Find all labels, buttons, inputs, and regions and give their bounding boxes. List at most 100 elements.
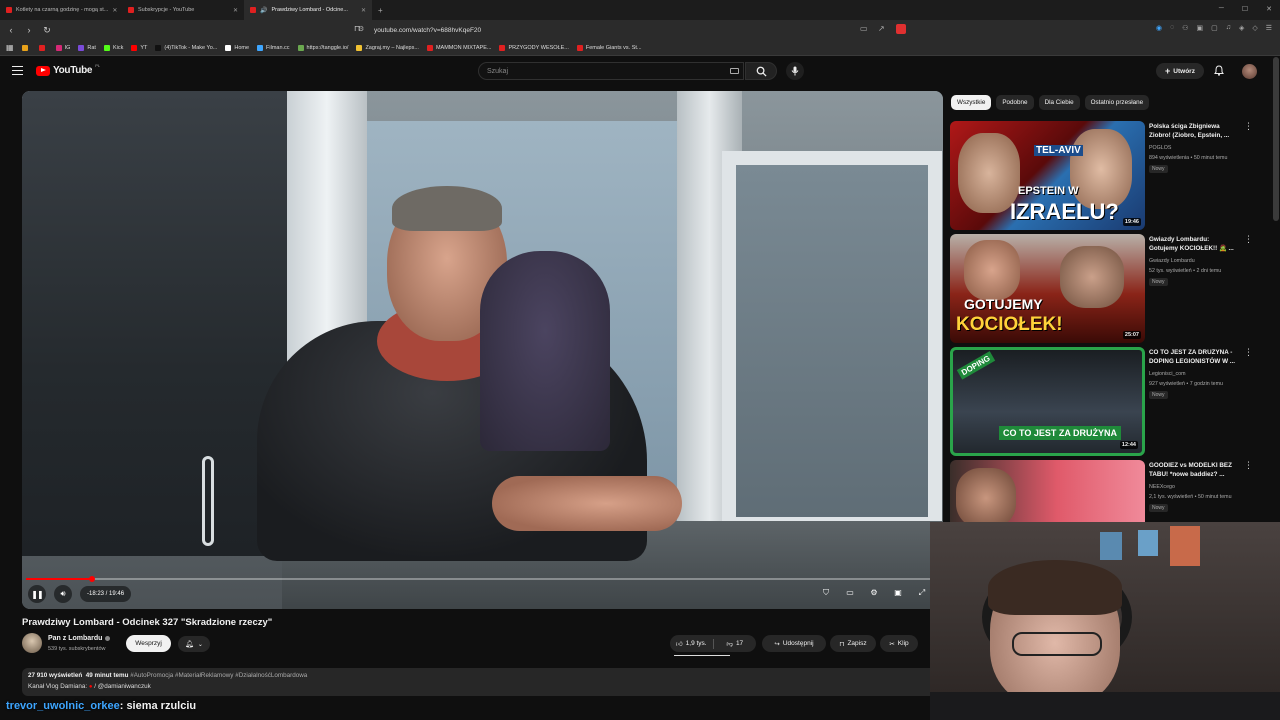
browser-tab[interactable]: Subskrypcje - YouTube ✕ <box>122 0 244 20</box>
rec-channel[interactable]: NEEXcego <box>1149 484 1175 490</box>
fullscreen-icon[interactable]: ⤢ <box>916 588 928 600</box>
video-thumbnail[interactable]: TEL-AVIV EPSTEIN W IZRAELU? 19:46 <box>950 121 1145 230</box>
close-tab-icon[interactable]: ✕ <box>233 7 238 14</box>
extension-icon[interactable]: ⚇ <box>1182 24 1188 32</box>
extension-icon[interactable]: ◉ <box>1156 24 1162 32</box>
menu-icon[interactable]: ☰ <box>1266 24 1272 32</box>
pause-button[interactable]: ❚❚ <box>28 585 46 603</box>
reload-icon[interactable]: ↻ <box>40 23 54 37</box>
chip-similar[interactable]: Podobne <box>996 95 1034 110</box>
close-tab-icon[interactable]: ✕ <box>361 7 366 14</box>
close-window-icon[interactable]: ✕ <box>1266 5 1272 13</box>
create-button[interactable]: + Utwórz <box>1156 63 1204 79</box>
bookmark-item[interactable] <box>38 44 48 51</box>
channel-avatar[interactable] <box>22 633 42 653</box>
bookmark-item[interactable] <box>21 44 31 51</box>
rec-channel[interactable]: POGLOS <box>1149 145 1171 151</box>
bookmark-item[interactable]: https://tanggle.io/ <box>297 44 348 51</box>
more-options-icon[interactable]: ⋮ <box>1244 348 1253 357</box>
sponsor-shield-icon[interactable]: ⛉ <box>820 588 832 600</box>
bookmark-item[interactable]: Home <box>225 44 249 51</box>
brave-shield-icon[interactable] <box>896 24 906 34</box>
bookmark-item[interactable]: Kick <box>103 44 123 51</box>
bookmark-item[interactable]: YT <box>131 44 147 51</box>
second-person <box>480 251 610 451</box>
channel-link[interactable]: / @damianiwanczuk <box>94 683 150 690</box>
channel-name[interactable]: Pan z Lombardu <box>48 635 111 642</box>
bookmark-item[interactable]: (4)TikTok - Make Yo... <box>155 44 217 51</box>
vpn-icon[interactable]: ◈ <box>1239 24 1244 32</box>
rec-title[interactable]: CO TO JEST ZA DRUŻYNA - DOPING LEGIONIST… <box>1149 349 1239 366</box>
minimize-icon[interactable]: ─ <box>1219 5 1224 13</box>
video-thumbnail[interactable]: DOPING CO TO JEST ZA DRUŻYNA 12:44 <box>950 347 1145 456</box>
support-button[interactable]: Wesprzyj <box>126 635 171 652</box>
music-icon[interactable]: ♫ <box>1226 24 1231 32</box>
browser-tab-active[interactable]: 🔊 Prawdziwy Lombard - Odcine... ✕ <box>244 0 372 20</box>
forward-icon[interactable]: › <box>22 23 36 37</box>
extension-icon[interactable]: ▢ <box>1211 24 1218 32</box>
apps-grid-icon[interactable]: ▦ <box>6 43 14 52</box>
like-button[interactable]: 👍︎ 1,9 tys. <box>670 640 713 648</box>
browser-tab[interactable]: Kotlety na czarną godzinę - mogą st... ✕ <box>0 0 122 20</box>
bookmark-item[interactable]: Rat <box>78 44 96 51</box>
bookmark-item[interactable]: Filman.cc <box>257 44 290 51</box>
notification-settings-button[interactable]: 🔔︎ ⌄ <box>178 636 210 652</box>
bookmark-item[interactable]: IG <box>55 44 70 51</box>
video-progress-bar[interactable] <box>26 576 939 582</box>
video-thumbnail[interactable]: GOTUJEMY KOCIOŁEK! 25:07 <box>950 234 1145 343</box>
rec-title[interactable]: Gwiazdy Lombardu: Gotujemy KOCIOŁEK!! 🧟 … <box>1149 236 1239 253</box>
video-player[interactable]: ❚❚ 🔊︎ -18:23 / 19:46 ⛉ ▭ ⚙ ▣ ⤢ <box>22 91 943 609</box>
chip-for-you[interactable]: Dla Ciebie <box>1038 95 1080 110</box>
site-info-icon[interactable]: ⚙ <box>358 25 364 33</box>
voice-search-button[interactable] <box>786 62 804 80</box>
bookmark-favicon-icon <box>131 44 138 51</box>
scrubber-handle[interactable] <box>88 576 95 582</box>
dislike-button[interactable]: 👎︎ 17 <box>714 640 757 648</box>
rec-title[interactable]: Polska ściga Zbigniewa Ziobro! (Ziobro, … <box>1149 123 1239 140</box>
share-button[interactable]: ↪ Udostępnij <box>762 635 826 652</box>
recommended-video[interactable]: GOTUJEMY KOCIOŁEK! 25:07 Gwiazdy Lombard… <box>950 234 1270 344</box>
extension-icon[interactable]: ▣ <box>1196 24 1203 32</box>
search-input[interactable]: Szukaj <box>478 62 744 80</box>
maximize-icon[interactable]: ☐ <box>1242 5 1248 13</box>
url-field[interactable]: ⚙ youtube.com/watch?v=688hvKqeF20 <box>352 22 912 38</box>
more-options-icon[interactable]: ⋮ <box>1244 461 1253 470</box>
pip-icon[interactable]: ▭ <box>860 24 868 33</box>
clip-button[interactable]: ✂ Klip <box>880 635 918 652</box>
search-button[interactable] <box>745 62 777 80</box>
chip-all[interactable]: Wszystkie <box>951 95 992 110</box>
bookmark-item[interactable]: PRZYGODY WESOŁE... <box>499 44 569 51</box>
new-tab-icon[interactable]: + <box>372 6 389 15</box>
chat-message: : siema rzulciu <box>119 700 197 712</box>
thumbs-up-icon: 👍︎ <box>675 640 683 648</box>
shop-interior-left <box>22 91 297 556</box>
hashtags[interactable]: #AutoPromocja #MateriałReklamowy #Działa… <box>130 672 307 679</box>
save-button[interactable]: ⊓ Zapisz <box>830 635 876 652</box>
recommended-video[interactable]: TEL-AVIV EPSTEIN W IZRAELU? 19:46 Polska… <box>950 121 1270 231</box>
more-options-icon[interactable]: ⋮ <box>1244 122 1253 131</box>
miniplayer-icon[interactable]: ▣ <box>892 588 904 600</box>
hamburger-menu-icon[interactable] <box>12 66 23 75</box>
bookmark-item[interactable]: MAMMON MIXTAPE... <box>426 44 491 51</box>
notifications-bell-icon[interactable] <box>1214 65 1224 79</box>
share-page-icon[interactable]: ↗ <box>878 24 885 33</box>
rec-channel[interactable]: Gwiazdy Lombardu <box>1149 258 1195 264</box>
page-scrollbar[interactable] <box>1273 57 1279 221</box>
user-avatar[interactable] <box>1242 64 1257 79</box>
youtube-logo[interactable]: YouTube PL <box>36 63 100 76</box>
rec-channel[interactable]: Legionisci_com <box>1149 371 1186 377</box>
close-tab-icon[interactable]: ✕ <box>112 7 117 14</box>
extension-icon[interactable]: ◌ <box>1170 24 1174 32</box>
bookmark-item[interactable]: Female Giants vs. St... <box>576 44 642 51</box>
bookmark-item[interactable]: Zagraj.my – Najleps... <box>356 44 419 51</box>
back-icon[interactable]: ‹ <box>4 23 18 37</box>
keyboard-icon[interactable] <box>730 68 739 74</box>
rec-title[interactable]: GOODIEZ vs MODELKI BEZ TABU! *nowe baddi… <box>1149 462 1239 479</box>
wallet-icon[interactable]: ◇ <box>1252 24 1257 32</box>
chip-recent[interactable]: Ostatnio przesłane <box>1084 95 1150 110</box>
more-options-icon[interactable]: ⋮ <box>1244 235 1253 244</box>
subtitles-icon[interactable]: ▭ <box>844 588 856 600</box>
volume-button[interactable]: 🔊︎ <box>54 585 72 603</box>
settings-gear-icon[interactable]: ⚙ <box>868 588 880 600</box>
recommended-video[interactable]: DOPING CO TO JEST ZA DRUŻYNA 12:44 CO TO… <box>950 347 1270 457</box>
